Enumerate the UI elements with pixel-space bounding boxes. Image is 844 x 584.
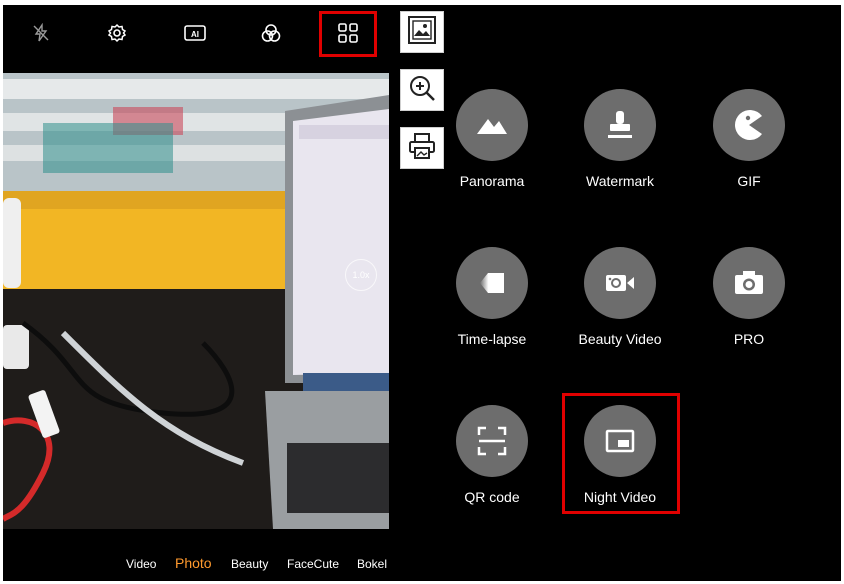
camera-screen: AI 1.0x Video Photo Beauty FaceCute Boke…	[3, 5, 841, 581]
mode-beauty[interactable]: Beauty	[231, 557, 268, 571]
ai-icon[interactable]: AI	[183, 21, 207, 45]
zoom-level-indicator[interactable]: 1.0x	[345, 259, 377, 291]
mode-tile-watermark[interactable]: Watermark	[556, 89, 686, 199]
mode-tile-time-lapse[interactable]: Time-lapse	[428, 247, 558, 357]
mode-tile-label: GIF	[737, 173, 761, 189]
mode-photo[interactable]: Photo	[175, 555, 212, 571]
mode-tile-label: PRO	[733, 331, 765, 347]
night-video-highlight	[562, 393, 680, 514]
camera-mode-bar: Video Photo Beauty FaceCute Bokel	[3, 553, 393, 579]
mode-tile-label: Beauty Video	[578, 331, 662, 347]
mode-video[interactable]: Video	[126, 557, 156, 571]
gif-icon	[713, 89, 785, 161]
camera-viewfinder[interactable]: 1.0x	[3, 73, 389, 529]
mode-tile-label: Time-lapse	[457, 331, 527, 347]
pro-camera-icon	[713, 247, 785, 319]
mode-bokeh[interactable]: Bokel	[357, 557, 387, 571]
filter-icon[interactable]	[259, 21, 283, 45]
settings-icon[interactable]	[105, 21, 129, 45]
top-toolbar: AI	[3, 5, 393, 63]
qr-code-icon	[456, 405, 528, 477]
mode-tile-qr-code[interactable]: QR code	[428, 405, 558, 515]
mode-tile-pro[interactable]: PRO	[685, 247, 815, 357]
watermark-icon	[584, 89, 656, 161]
beauty-video-icon	[584, 247, 656, 319]
svg-text:AI: AI	[191, 30, 199, 39]
grid-button-highlight	[319, 11, 377, 57]
mode-tile-label: QR code	[464, 489, 520, 505]
flash-off-icon[interactable]	[29, 21, 53, 45]
mode-tile-gif[interactable]: GIF	[685, 89, 815, 199]
time-lapse-icon	[456, 247, 528, 319]
panorama-icon	[456, 89, 528, 161]
image-frame-icon	[407, 15, 437, 50]
mode-tile-panorama[interactable]: Panorama	[428, 89, 558, 199]
mode-tile-beauty-video[interactable]: Beauty Video	[556, 247, 686, 357]
mode-tile-label: Panorama	[459, 173, 525, 189]
image-frame-button[interactable]	[400, 11, 444, 53]
mode-tile-label: Watermark	[586, 173, 654, 189]
mode-facecute[interactable]: FaceCute	[287, 557, 339, 571]
